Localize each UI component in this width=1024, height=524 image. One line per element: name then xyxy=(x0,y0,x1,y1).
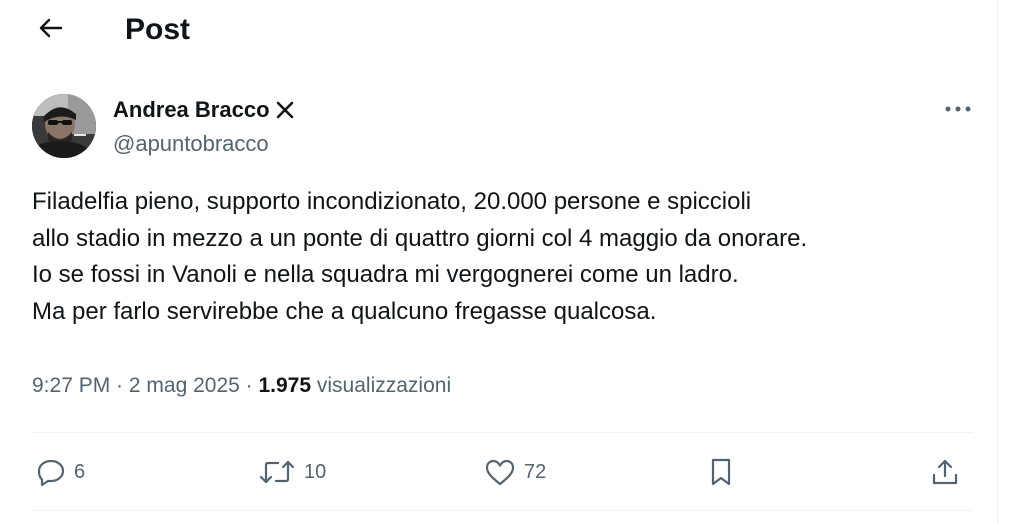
bookmark-button[interactable] xyxy=(708,450,734,494)
heart-icon xyxy=(484,458,516,486)
post-meta: 9:27 PM · 2 mag 2025 · 1.975 visualizzaz… xyxy=(32,372,451,400)
repost-count: 10 xyxy=(304,460,327,483)
post-text-line: Ma per farlo servirebbe che a qualcuno f… xyxy=(32,297,657,325)
x-icon xyxy=(276,101,294,119)
post-text: Filadelfia pieno, supporto incondizionat… xyxy=(32,184,972,330)
more-options-button[interactable] xyxy=(938,94,978,124)
author-name[interactable]: Andrea Bracco xyxy=(113,96,294,124)
author-display-name[interactable]: Andrea Bracco xyxy=(113,96,270,124)
share-icon xyxy=(930,457,960,487)
like-button[interactable]: 72 xyxy=(484,450,546,494)
post-text-line: allo stadio in mezzo a un ponte di quatt… xyxy=(32,224,808,252)
bookmark-icon xyxy=(708,457,734,487)
meta-separator: · xyxy=(110,374,129,397)
reply-count: 6 xyxy=(74,460,86,483)
like-count: 72 xyxy=(524,460,547,483)
post-time[interactable]: 9:27 PM xyxy=(32,374,110,397)
post-text-line: Filadelfia pieno, supporto incondizionat… xyxy=(32,188,752,215)
ellipsis-icon xyxy=(944,100,972,118)
post-date[interactable]: 2 mag 2025 xyxy=(129,374,240,397)
divider xyxy=(32,510,972,511)
page-title: Post xyxy=(125,13,191,46)
reply-icon xyxy=(36,458,66,486)
reply-button[interactable]: 6 xyxy=(36,450,85,494)
avatar[interactable] xyxy=(32,94,96,158)
divider xyxy=(32,432,972,433)
arrow-left-icon xyxy=(37,17,63,44)
meta-separator: · xyxy=(239,374,259,397)
back-button[interactable] xyxy=(30,12,70,48)
repost-icon xyxy=(258,458,296,486)
repost-button[interactable]: 10 xyxy=(258,450,326,494)
action-bar: 6 10 72 xyxy=(32,450,972,494)
post-text-line: Io se fossi in Vanoli e nella squadra mi… xyxy=(32,261,739,288)
avatar-photo xyxy=(32,94,96,158)
share-button[interactable] xyxy=(930,450,960,494)
author-handle[interactable]: @apuntobracco xyxy=(113,130,269,158)
views-label: visualizzazioni xyxy=(311,374,452,397)
post-page: Post Andrea Bracco @apuntobracco Filadel… xyxy=(0,0,998,524)
page-header: Post xyxy=(0,0,998,62)
views-count[interactable]: 1.975 xyxy=(258,374,311,397)
